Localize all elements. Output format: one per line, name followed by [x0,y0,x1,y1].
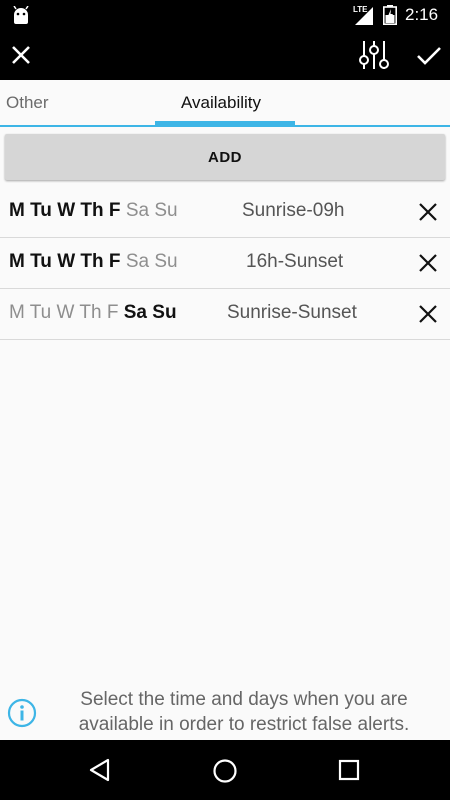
day-tu: Tu [29,302,57,323]
navigation-bar [0,740,450,800]
add-button[interactable]: ADD [5,134,445,180]
app-bar [0,30,450,80]
remove-icon[interactable] [416,251,440,275]
status-time: 2:16 [405,5,439,24]
tab-indicator [155,121,295,127]
day-m: M [9,200,31,221]
day-m: M [9,302,30,323]
schedule-days: M Tu W Th F Sa Su [9,251,178,273]
close-icon[interactable] [6,38,38,72]
hint-text-line: Select the time and days when you are [80,689,408,710]
day-th: Th [80,251,109,272]
day-su: Su [152,302,177,323]
day-sa: Sa [125,251,155,272]
day-w: W [57,251,81,272]
day-f: F [108,251,126,272]
day-sa: Sa [123,302,153,323]
equalizer-icon[interactable] [357,37,391,73]
day-f: F [108,200,126,221]
schedule-time: Sunrise-Sunset [227,302,357,323]
day-su: Su [154,251,178,272]
hint-text-line: available in order to restrict false ale… [78,714,410,735]
day-th: Th [80,200,109,221]
android-icon [13,6,29,24]
schedule-days: M Tu W Th F Sa Su [9,200,178,222]
remove-icon[interactable] [416,302,440,326]
remove-icon[interactable] [416,200,440,224]
day-m: M [9,251,31,272]
day-tu: Tu [30,251,58,272]
schedule-row[interactable]: M Tu W Th F Sa Su Sunrise-Sunset [0,289,450,340]
battery-icon [383,5,397,25]
day-tu: Tu [30,200,58,221]
signal-icon [355,7,373,25]
day-w: W [56,302,80,323]
hint-panel: Select the time and days when you are av… [0,686,450,740]
home-icon[interactable] [212,758,238,784]
back-icon[interactable] [88,757,112,783]
tab-other[interactable]: Other [6,93,49,113]
schedule-row[interactable]: M Tu W Th F Sa Su Sunrise-09h [0,187,450,238]
day-sa: Sa [125,200,155,221]
day-f: F [106,302,124,323]
recents-icon[interactable] [338,759,360,781]
check-icon[interactable] [412,38,446,72]
tab-bar: Other Availability [0,80,450,127]
tab-availability[interactable]: Availability [181,93,261,113]
schedule-time: Sunrise-09h [242,200,345,221]
info-icon [7,698,37,728]
status-bar: LTE 2:16 [0,0,450,30]
schedule-row[interactable]: M Tu W Th F Sa Su 16h-Sunset [0,238,450,289]
schedule-days: M Tu W Th F Sa Su [9,302,177,324]
hint-text: Select the time and days when you are av… [44,687,444,737]
day-th: Th [79,302,107,323]
schedule-time: 16h-Sunset [246,251,344,272]
day-w: W [57,200,81,221]
day-su: Su [154,200,178,221]
